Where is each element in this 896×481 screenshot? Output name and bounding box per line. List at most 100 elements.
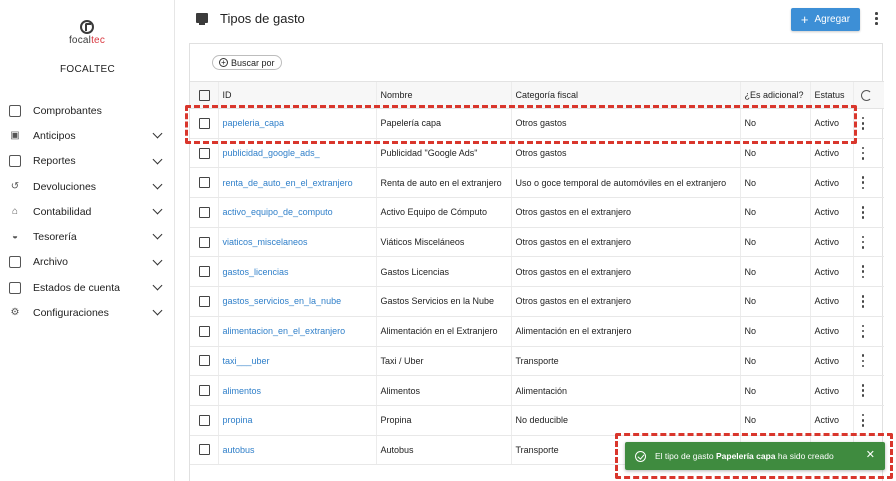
row-menu-icon[interactable]	[861, 384, 865, 398]
table-row[interactable]: alimentacion_en_el_extranjero Alimentaci…	[190, 316, 884, 347]
sidebar-item-contabilidad[interactable]: ⌂ Contabilidad	[0, 199, 175, 224]
table-row[interactable]: activo_equipo_de_computo Activo Equipo d…	[190, 197, 884, 228]
sidebar-item-configuraciones[interactable]: ⚙ Configuraciones	[0, 300, 175, 325]
row-additional: No	[739, 286, 810, 317]
row-menu-icon[interactable]	[861, 354, 865, 368]
row-checkbox[interactable]	[199, 147, 210, 159]
row-menu-icon[interactable]	[861, 324, 865, 338]
row-id-link[interactable]: renta_de_auto_en_el_extranjero	[217, 167, 376, 199]
row-name: Renta de auto en el extranjero	[375, 167, 511, 199]
row-status: Activo	[809, 197, 853, 228]
row-name: Alimentación en el Extranjero	[375, 316, 511, 347]
row-menu-icon[interactable]	[861, 294, 865, 308]
row-menu-icon[interactable]	[861, 413, 865, 427]
table-row[interactable]: renta_de_auto_en_el_extranjero Renta de …	[190, 167, 884, 199]
table-row[interactable]: gastos_licencias Gastos Licencias Otros …	[190, 256, 884, 288]
sidebar-item-label: Reportes	[33, 155, 76, 168]
table-row[interactable]: taxi___uber Taxi / Uber Transporte No Ac…	[190, 346, 884, 377]
add-button[interactable]: + Agregar	[791, 8, 860, 31]
row-checkbox[interactable]	[199, 355, 210, 367]
table-row[interactable]: viaticos_miscelaneos Viáticos Misceláneo…	[190, 227, 884, 258]
close-icon[interactable]: ✕	[866, 450, 875, 461]
row-category: Otros gastos	[510, 138, 740, 169]
column-header-estatus[interactable]: Estatus	[809, 81, 853, 109]
sidebar-item-tesoreria[interactable]: ◒ Tesorería	[0, 224, 175, 249]
table-row[interactable]: alimentos Alimentos Alimentación No Acti…	[190, 375, 884, 406]
row-id-link[interactable]: alimentos	[217, 375, 376, 406]
row-menu-icon[interactable]	[861, 146, 865, 160]
row-additional: No	[739, 227, 810, 258]
search-by-button[interactable]: + Buscar por	[212, 55, 282, 70]
more-options-icon[interactable]	[875, 12, 878, 25]
row-name: Propina	[375, 405, 511, 436]
row-id-link[interactable]: gastos_servicios_en_la_nube	[217, 286, 376, 317]
column-header-nombre[interactable]: Nombre	[375, 81, 511, 109]
sidebar-item-label: Archivo	[33, 256, 69, 269]
row-checkbox[interactable]	[199, 117, 210, 129]
row-checkbox[interactable]	[199, 236, 210, 248]
row-menu-icon[interactable]	[861, 176, 865, 190]
table-row[interactable]: propina Propina No deducible No Activo	[190, 405, 884, 436]
column-header-adicional[interactable]: ¿Es adicional?	[739, 81, 810, 109]
refresh-icon[interactable]	[860, 89, 872, 101]
archive-icon	[9, 256, 21, 269]
row-additional: No	[739, 316, 810, 347]
row-category: Otros gastos en el extranjero	[510, 256, 740, 288]
sidebar-nav: Comprobantes ▣ Anticipos Reportes ↺ Devo…	[0, 98, 175, 326]
sidebar-item-devoluciones[interactable]: ↺ Devoluciones	[0, 174, 175, 199]
sidebar-item-reportes[interactable]: Reportes	[0, 149, 175, 174]
page-header: Tipos de gasto + Agregar	[176, 0, 896, 38]
row-checkbox[interactable]	[199, 295, 210, 307]
row-id-link[interactable]: gastos_licencias	[217, 256, 376, 288]
row-checkbox[interactable]	[199, 325, 210, 337]
row-id-link[interactable]: activo_equipo_de_computo	[217, 197, 376, 228]
success-toast: El tipo de gasto Papelería capa ha sido …	[625, 442, 885, 470]
refresh-cell	[852, 81, 884, 109]
row-id-link[interactable]: alimentacion_en_el_extranjero	[217, 316, 376, 347]
row-id-link[interactable]: publicidad_google_ads_	[217, 138, 376, 169]
row-menu-icon[interactable]	[861, 205, 865, 219]
focaltec-logo[interactable]: focaltec	[67, 20, 107, 46]
select-all-checkbox[interactable]	[199, 89, 210, 101]
column-header-categoria[interactable]: Categoría fiscal	[510, 81, 740, 109]
table-row[interactable]: papeleria_capa Papelería capa Otros gast…	[190, 108, 884, 139]
row-category: Otros gastos en el extranjero	[510, 286, 740, 317]
row-checkbox[interactable]	[199, 266, 210, 278]
logo-text: focal	[68, 35, 92, 46]
row-checkbox[interactable]	[199, 206, 210, 218]
row-name: Viáticos Misceláneos	[375, 227, 511, 258]
table-row[interactable]: publicidad_google_ads_ Publicidad "Googl…	[190, 138, 884, 169]
sidebar-item-estados-de-cuenta[interactable]: Estados de cuenta	[0, 275, 175, 300]
row-id-link[interactable]: propina	[217, 405, 376, 436]
row-checkbox[interactable]	[199, 414, 210, 426]
row-additional: No	[739, 375, 810, 406]
row-category: Alimentación	[510, 375, 740, 406]
table-row[interactable]: gastos_servicios_en_la_nube Gastos Servi…	[190, 286, 884, 317]
row-id-link[interactable]: papeleria_capa	[217, 108, 376, 139]
sidebar: focaltec FOCALTEC Comprobantes ▣ Anticip…	[0, 0, 175, 481]
chevron-down-icon	[152, 154, 163, 165]
row-status: Activo	[809, 375, 853, 406]
toast-suffix: ha sido creado	[777, 451, 834, 461]
row-id-link[interactable]: taxi___uber	[217, 346, 376, 377]
row-id-link[interactable]: viaticos_miscelaneos	[217, 227, 376, 258]
column-header-id[interactable]: ID	[217, 81, 376, 109]
chevron-down-icon	[152, 179, 163, 190]
sidebar-item-archivo[interactable]: Archivo	[0, 250, 175, 275]
row-checkbox[interactable]	[199, 444, 210, 456]
row-menu-icon[interactable]	[861, 265, 865, 279]
row-checkbox[interactable]	[199, 385, 210, 397]
row-category: Uso o goce temporal de automóviles en el…	[510, 167, 740, 199]
sidebar-item-label: Devoluciones	[33, 180, 97, 193]
sidebar-item-anticipos[interactable]: ▣ Anticipos	[0, 123, 175, 148]
sidebar-item-label: Estados de cuenta	[33, 281, 120, 294]
table-header-row: ID Nombre Categoría fiscal ¿Es adicional…	[190, 81, 884, 109]
select-all-cell	[190, 81, 218, 109]
row-menu-icon[interactable]	[861, 235, 865, 249]
row-additional: No	[739, 346, 810, 377]
row-menu-icon[interactable]	[861, 116, 865, 130]
sidebar-item-label: Contabilidad	[33, 205, 92, 218]
row-checkbox[interactable]	[199, 177, 210, 189]
sidebar-item-comprobantes[interactable]: Comprobantes	[0, 98, 175, 123]
row-id-link[interactable]: autobus	[217, 435, 376, 466]
